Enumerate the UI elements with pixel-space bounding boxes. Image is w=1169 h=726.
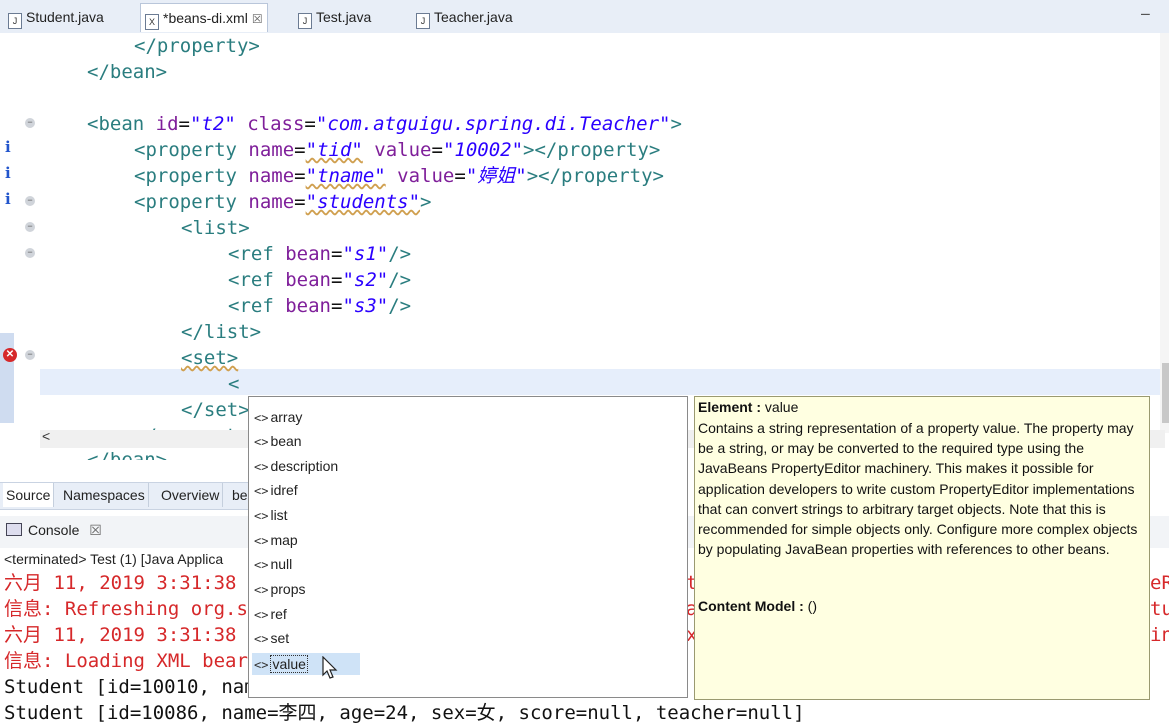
console-line: 信息: Refreshing org.s <box>4 598 248 620</box>
code-line: <bean id="t2" class="com.atguigu.spring.… <box>87 113 682 135</box>
code-line: </set> <box>181 399 250 421</box>
info-marker-icon[interactable]: i <box>5 190 11 208</box>
suggestion-null[interactable]: <> null <box>254 553 292 575</box>
documentation-popup: Element : value Contains a string repres… <box>694 396 1150 700</box>
element-icon: <> <box>254 583 269 597</box>
suggestion-array[interactable]: <> array <box>254 406 302 428</box>
tab-label: *beans-di.xml <box>163 10 248 26</box>
fold-icon[interactable]: − <box>25 118 35 128</box>
scroll-left-arrow-icon[interactable]: < <box>42 428 50 444</box>
current-line-highlight <box>40 369 1160 395</box>
code-line: <property name="tid" value="10002"></pro… <box>134 139 661 161</box>
code-line: <ref bean="s3"/> <box>228 295 412 317</box>
doc-title: Element : value <box>698 399 799 415</box>
console-icon <box>6 523 22 536</box>
element-icon: <> <box>254 484 269 498</box>
editor-page-tabs: Source Namespaces Overview be <box>0 482 252 510</box>
tab-label: Test.java <box>316 9 372 25</box>
code-line: <property name="tname" value="婷姐"></prop… <box>134 165 664 187</box>
fold-icon[interactable]: − <box>25 196 35 206</box>
change-ruler <box>0 333 14 423</box>
element-icon: <> <box>254 460 269 474</box>
suggestion-props[interactable]: <> props <box>254 578 305 600</box>
close-console-icon[interactable]: ☒ <box>89 522 102 538</box>
console-line: Student [id=10086, name=李四, age=24, sex=… <box>4 702 805 724</box>
code-line: <property name="students"> <box>134 191 432 213</box>
suggestion-idref[interactable]: <> idref <box>254 479 298 501</box>
editor-tab-bar: J Student.java X *beans-di.xml ☒ J Test.java… <box>0 0 1169 34</box>
code-line: </bean> <box>87 449 168 460</box>
element-icon: <> <box>254 509 269 523</box>
code-line: </property> <box>134 35 260 57</box>
close-tab-icon[interactable]: ☒ <box>252 12 263 26</box>
info-marker-icon[interactable]: i <box>5 138 11 156</box>
suggestion-description[interactable]: <> description <box>254 455 338 477</box>
code-line: <list> <box>181 217 250 239</box>
code-line: <set> <box>181 347 239 369</box>
tab-test-java[interactable]: J Test.java <box>298 3 371 31</box>
code-line: <ref bean="s2"/> <box>228 269 412 291</box>
doc-body: Contains a string representation of a pr… <box>698 420 1138 558</box>
code-line-current: < <box>228 373 240 395</box>
tab-beans-di-xml[interactable]: X *beans-di.xml ☒ <box>140 3 268 32</box>
console-line: 六月 11, 2019 3:31:38 <box>4 572 248 594</box>
console-fragment: in <box>1150 624 1169 646</box>
java-file-icon: J <box>298 13 312 29</box>
error-marker-icon[interactable]: ✕ <box>3 348 17 362</box>
tab-label: Teacher.java <box>434 9 513 25</box>
mouse-pointer-icon <box>322 656 338 679</box>
element-icon: <> <box>254 558 269 572</box>
code-line: </bean> <box>87 61 168 83</box>
console-line: 信息: Loading XML bear <box>4 650 248 672</box>
fold-icon[interactable]: − <box>25 350 35 360</box>
element-icon: <> <box>254 534 269 548</box>
tab-label: Student.java <box>26 9 104 25</box>
element-icon: <> <box>254 411 269 425</box>
doc-content-model: Content Model : () <box>698 598 817 614</box>
java-file-icon: J <box>416 13 430 29</box>
console-fragment: eR <box>1150 572 1169 594</box>
tab-teacher-java[interactable]: J Teacher.java <box>416 3 513 31</box>
fold-icon[interactable]: − <box>25 248 35 258</box>
element-icon: <> <box>254 435 269 449</box>
element-icon: <> <box>254 658 269 672</box>
suggestion-map[interactable]: <> map <box>254 529 298 551</box>
suggestion-ref[interactable]: <> ref <box>254 603 287 625</box>
fold-icon[interactable]: − <box>25 222 35 232</box>
code-line: </list> <box>181 321 262 343</box>
console-line: 六月 11, 2019 3:31:38 <box>4 624 248 646</box>
code-line: <ref bean="s1"/> <box>228 243 412 265</box>
suggestion-list[interactable]: <> list <box>254 504 288 526</box>
console-tab[interactable]: Console ☒ <box>6 522 102 539</box>
tab-student-java[interactable]: J Student.java <box>8 3 104 31</box>
console-status: <terminated> Test (1) [Java Applica <box>4 551 224 567</box>
suggestion-set[interactable]: <> set <box>254 627 289 649</box>
console-title: Console <box>28 522 80 538</box>
tab-overview[interactable]: Overview <box>158 483 224 507</box>
java-file-icon: J <box>8 13 22 29</box>
xml-file-icon: X <box>145 14 159 30</box>
vertical-scroll-thumb[interactable] <box>1162 363 1169 423</box>
console-fragment: tu <box>1150 598 1169 620</box>
tab-source[interactable]: Source <box>3 483 55 507</box>
content-assist-list[interactable]: <> array <> bean <> description <> idref <> l… <box>248 396 688 698</box>
minimize-icon[interactable]: ⚊ <box>1140 4 1154 18</box>
element-icon: <> <box>254 632 269 646</box>
element-icon: <> <box>254 608 269 622</box>
tab-namespaces[interactable]: Namespaces <box>60 483 149 507</box>
suggestion-bean[interactable]: <> bean <box>254 430 302 452</box>
suggestion-value-selected[interactable]: <> value <box>252 653 360 675</box>
info-marker-icon[interactable]: i <box>5 164 11 182</box>
